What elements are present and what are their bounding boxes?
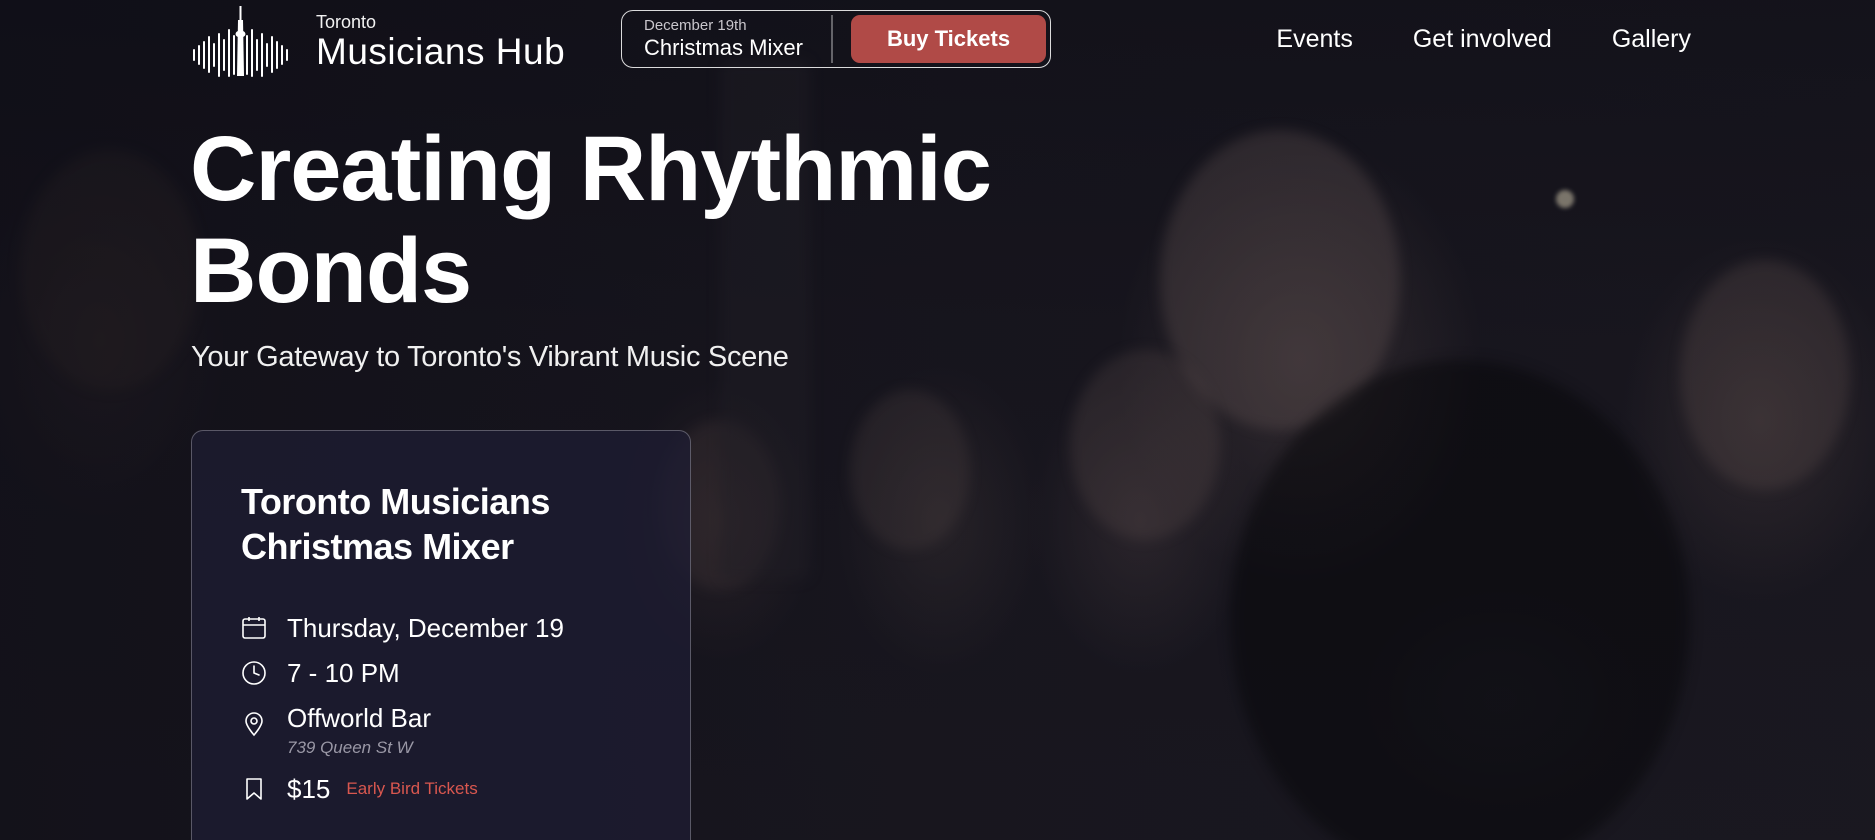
promo-event-name: Christmas Mixer	[644, 35, 803, 60]
event-time: 7 - 10 PM	[287, 658, 400, 688]
logo-text: Toronto Musicians Hub	[316, 12, 565, 72]
event-time-row: 7 - 10 PM	[241, 658, 642, 688]
promo-info: December 19th Christmas Mixer	[644, 17, 819, 61]
event-card-title: Toronto Musicians Christmas Mixer	[241, 481, 550, 567]
event-address: 739 Queen St W	[287, 738, 413, 757]
event-venue-block: Offworld Bar 739 Queen St W	[287, 703, 431, 759]
buy-tickets-button[interactable]: Buy Tickets	[851, 15, 1046, 63]
hero-subheadline: Your Gateway to Toronto's Vibrant Music …	[191, 341, 789, 373]
event-price: $15	[287, 774, 331, 804]
logo[interactable]: Toronto Musicians Hub	[190, 6, 565, 78]
map-pin-icon	[245, 712, 263, 737]
price-note: Early Bird Tickets	[346, 779, 478, 798]
event-venue: Offworld Bar	[287, 703, 432, 733]
logo-city: Toronto	[316, 12, 377, 32]
nav-item-events[interactable]: Events	[1276, 22, 1352, 56]
clock-icon	[242, 661, 266, 685]
event-date: Thursday, December 19	[287, 613, 564, 643]
site-header: Toronto Musicians Hub December 19th Chri…	[0, 0, 1875, 80]
hero-headline: Creating Rhythmic Bonds	[190, 118, 992, 322]
event-venue-row: Offworld Bar 739 Queen St W	[241, 703, 642, 759]
promo-divider	[831, 15, 834, 63]
main-nav: Events Get involved Gallery	[1276, 22, 1691, 56]
event-card: Toronto Musicians Christmas Mixer Thursd…	[191, 430, 691, 840]
logo-name: Musicians Hub	[316, 31, 566, 72]
bookmark-icon	[246, 778, 262, 800]
promo-date: December 19th	[644, 17, 747, 34]
soundwave-cn-tower-icon	[193, 6, 288, 77]
calendar-icon	[242, 617, 266, 639]
nav-item-get-involved[interactable]: Get involved	[1413, 22, 1552, 56]
hero-section: Toronto Musicians Hub December 19th Chri…	[0, 0, 1875, 840]
event-price-row: $15 Early Bird Tickets	[241, 774, 642, 804]
event-promo-banner: December 19th Christmas Mixer Buy Ticket…	[621, 10, 1051, 68]
nav-item-gallery[interactable]: Gallery	[1612, 22, 1691, 56]
event-date-row: Thursday, December 19	[241, 613, 642, 643]
